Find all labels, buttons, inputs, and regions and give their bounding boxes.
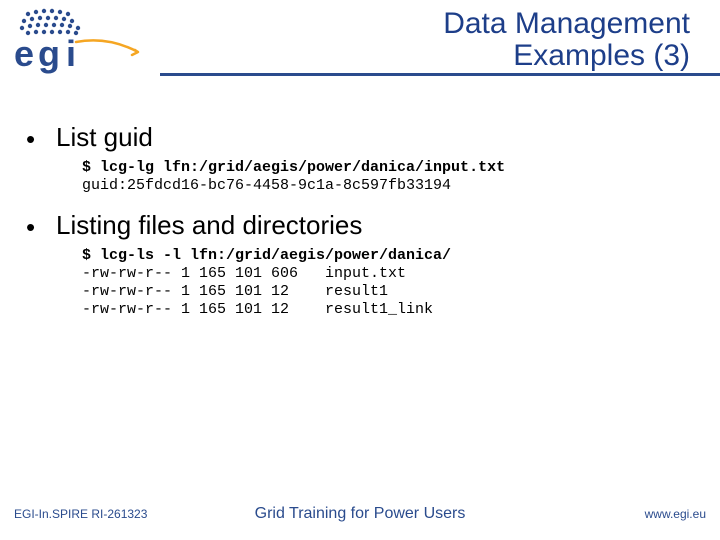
bullet-heading: List guid — [56, 122, 153, 153]
footer-url: www.egi.eu — [645, 507, 706, 521]
egi-logo: e g i — [0, 0, 160, 78]
title-line-2: Examples (3) — [160, 40, 690, 72]
bullet-item: • Listing files and directories — [26, 210, 694, 241]
slide-content: • List guid $ lcg-lg lfn:/grid/aegis/pow… — [0, 90, 720, 320]
bullet-heading: Listing files and directories — [56, 210, 362, 241]
code-block: $ lcg-lg lfn:/grid/aegis/power/danica/in… — [82, 159, 694, 196]
svg-text:g: g — [38, 33, 60, 74]
logo-text: e — [14, 33, 34, 74]
bullet-marker: • — [26, 122, 56, 153]
bullet-marker: • — [26, 210, 56, 241]
title-line-1: Data Management — [160, 8, 690, 40]
command-output: -rw-rw-r-- 1 165 101 606 input.txt -rw-r… — [82, 265, 433, 319]
svg-text:i: i — [66, 33, 76, 74]
footer-left-text: EGI-In.SPIRE RI-261323 — [14, 507, 147, 521]
slide-header: e g i Data Management Examples (3) — [0, 0, 720, 90]
slide-footer: EGI-In.SPIRE RI-261323 Grid Training for… — [0, 494, 720, 540]
code-block: $ lcg-ls -l lfn:/grid/aegis/power/danica… — [82, 247, 694, 320]
command-output: guid:25fdcd16-bc76-4458-9c1a-8c597fb3319… — [82, 177, 451, 194]
command-line: $ lcg-lg lfn:/grid/aegis/power/danica/in… — [82, 159, 505, 176]
command-line: $ lcg-ls -l lfn:/grid/aegis/power/danica… — [82, 247, 451, 264]
bullet-item: • List guid — [26, 122, 694, 153]
slide-title: Data Management Examples (3) — [160, 0, 720, 76]
